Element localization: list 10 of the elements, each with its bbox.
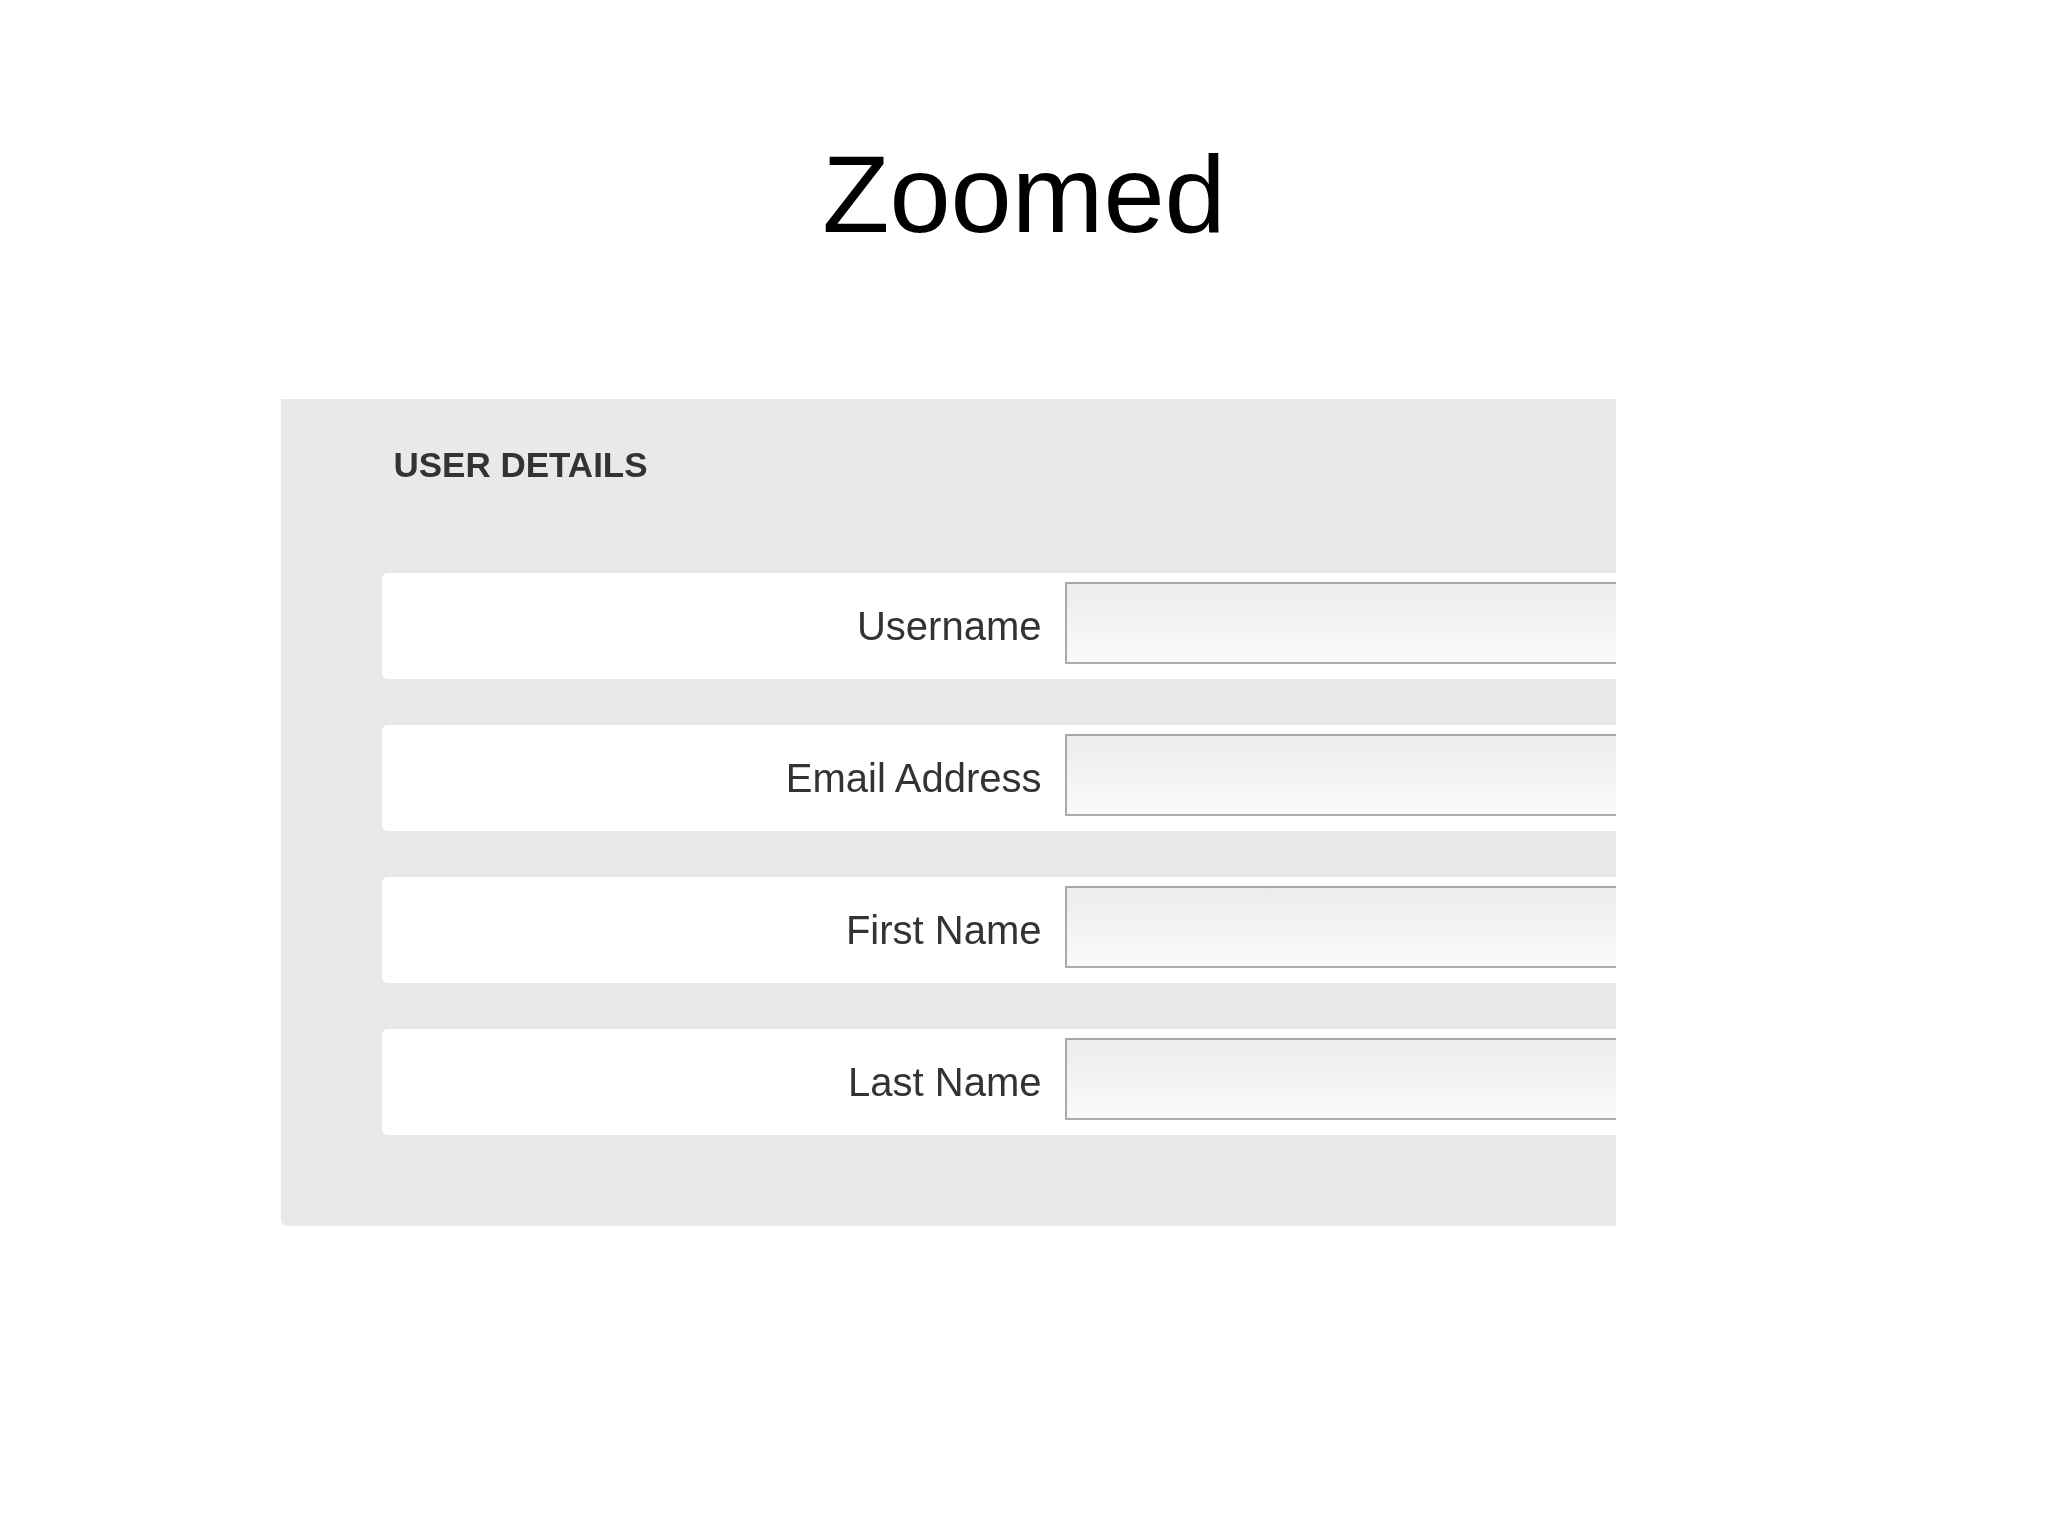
field-label: First Name	[845, 910, 1042, 950]
field-label: Username	[857, 606, 1042, 646]
slide-title: Zoomed	[822, 139, 1226, 249]
field-label: Last Name	[848, 1062, 1042, 1102]
section-heading: USER DETAILS	[393, 447, 648, 482]
input-field[interactable]	[1064, 886, 1616, 968]
input-field[interactable]	[1064, 734, 1616, 816]
input-field[interactable]	[1064, 1038, 1616, 1120]
input-field[interactable]	[1064, 582, 1616, 664]
field-label: Email Address	[785, 758, 1042, 798]
